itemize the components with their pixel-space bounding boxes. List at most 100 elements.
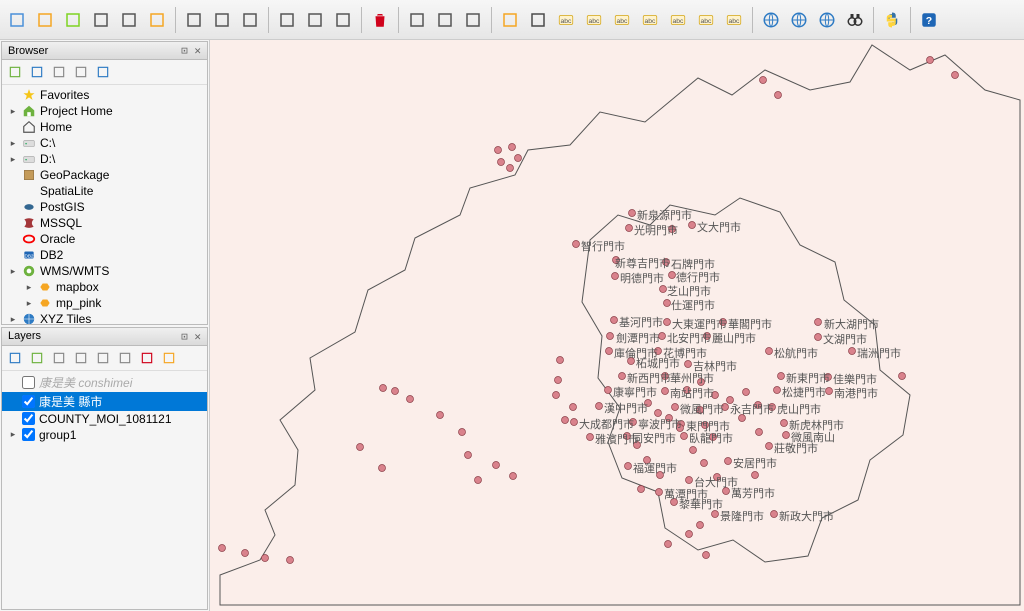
map-point[interactable] (766, 443, 773, 450)
expand-icon[interactable]: ▸ (8, 266, 18, 276)
map-point[interactable] (743, 389, 750, 396)
layer-row[interactable]: ▸group1 (2, 427, 207, 443)
expand-icon[interactable]: ▸ (24, 298, 34, 308)
map-point[interactable] (570, 404, 577, 411)
browser-item[interactable]: ▸XYZ Tiles (2, 311, 207, 324)
expand-icon[interactable]: ▸ (8, 430, 18, 440)
map-point[interactable] (629, 210, 636, 217)
map-point[interactable] (655, 410, 662, 417)
map-point[interactable] (697, 522, 704, 529)
expand-icon[interactable] (8, 377, 18, 387)
map-point[interactable] (509, 144, 516, 151)
browser-item[interactable]: SpatiaLite (2, 183, 207, 199)
map-point[interactable] (626, 225, 633, 232)
map-point[interactable] (437, 412, 444, 419)
label-g-button[interactable]: abc (721, 7, 747, 33)
label-f-button[interactable]: abc (693, 7, 719, 33)
new-project-button[interactable] (32, 7, 58, 33)
map-point[interactable] (242, 550, 249, 557)
map-point[interactable] (596, 403, 603, 410)
expand-icon[interactable]: ▸ (8, 106, 18, 116)
python-button[interactable] (879, 7, 905, 33)
map-point[interactable] (725, 458, 732, 465)
expand-icon[interactable] (8, 234, 18, 244)
toggle-edit-button[interactable] (116, 7, 142, 33)
map-point[interactable] (815, 319, 822, 326)
expand-icon[interactable] (8, 250, 18, 260)
expand-icon[interactable] (8, 396, 18, 406)
globe-plus-button[interactable] (786, 7, 812, 33)
layers-folder-button[interactable] (160, 349, 178, 367)
map-point[interactable] (672, 404, 679, 411)
binoculars-button[interactable] (842, 7, 868, 33)
map-point[interactable] (778, 373, 785, 380)
layout-button[interactable] (144, 7, 170, 33)
map-point[interactable] (656, 489, 663, 496)
map-point[interactable] (553, 392, 560, 399)
browser-tree[interactable]: Favorites▸Project Home Home▸C:\▸D:\ GeoP… (2, 85, 207, 324)
layers-title-bar[interactable]: Layers ⊡ ✕ (2, 328, 207, 346)
layer-visibility-checkbox[interactable] (22, 428, 35, 441)
map-point[interactable] (689, 222, 696, 229)
label-e-button[interactable]: abc (665, 7, 691, 33)
browser-title-bar[interactable]: Browser ⊡ ✕ (2, 42, 207, 60)
zoom-out-button[interactable] (209, 7, 235, 33)
map-point[interactable] (686, 477, 693, 484)
map-point[interactable] (927, 57, 934, 64)
map-point[interactable] (703, 552, 710, 559)
map-point[interactable] (752, 472, 759, 479)
expand-icon[interactable]: ▸ (8, 138, 18, 148)
map-point[interactable] (562, 417, 569, 424)
delete-button[interactable] (367, 7, 393, 33)
browser-item[interactable]: ▸C:\ (2, 135, 207, 151)
reload-button[interactable] (460, 7, 486, 33)
map-point[interactable] (783, 432, 790, 439)
layer-row[interactable]: 康是美 conshimei (2, 373, 207, 392)
globe-button[interactable] (758, 7, 784, 33)
add-vector-button[interactable] (525, 7, 551, 33)
layer-visibility-checkbox[interactable] (22, 376, 35, 389)
layers-open-button[interactable] (6, 349, 24, 367)
layer-row[interactable]: 康是美 縣市 (2, 392, 207, 411)
map-point[interactable] (287, 557, 294, 564)
map-point[interactable] (262, 555, 269, 562)
map-point[interactable] (507, 165, 514, 172)
expand-icon[interactable] (8, 170, 18, 180)
edit-node-button[interactable] (88, 7, 114, 33)
map-canvas[interactable]: 新泉源門市文大門市光明門市智行門市新尊吉門市石牌門市明德門市德行門市芝山門市仕運… (210, 40, 1024, 611)
map-point[interactable] (771, 511, 778, 518)
help-button[interactable]: ? (916, 7, 942, 33)
map-point[interactable] (510, 473, 517, 480)
map-point[interactable] (701, 460, 708, 467)
map-point[interactable] (493, 462, 500, 469)
label-a-button[interactable]: abc (553, 7, 579, 33)
map-point[interactable] (727, 397, 734, 404)
layers-filter2-button[interactable] (116, 349, 134, 367)
map-point[interactable] (690, 447, 697, 454)
expand-icon[interactable]: ▸ (8, 314, 18, 324)
save-button[interactable] (60, 7, 86, 33)
map-point[interactable] (557, 357, 564, 364)
layer-row[interactable]: COUNTY_MOI_1081121 (2, 411, 207, 427)
browser-filter-button[interactable] (50, 63, 68, 81)
map-point[interactable] (606, 348, 613, 355)
map-point[interactable] (465, 452, 472, 459)
map-point[interactable] (515, 155, 522, 162)
map-point[interactable] (774, 387, 781, 394)
layers-add-button[interactable] (28, 349, 46, 367)
label-b-button[interactable]: abc (581, 7, 607, 33)
map-point[interactable] (625, 463, 632, 470)
browser-item[interactable]: ▸mp_pink (2, 295, 207, 311)
label-d-button[interactable]: abc (637, 7, 663, 33)
expand-icon[interactable] (8, 186, 18, 196)
browser-item[interactable]: PostGIS (2, 199, 207, 215)
browser-item[interactable]: GeoPackage (2, 167, 207, 183)
browser-item[interactable]: DB2DB2 (2, 247, 207, 263)
map-point[interactable] (781, 420, 788, 427)
map-point[interactable] (555, 377, 562, 384)
open-project-button[interactable] (4, 7, 30, 33)
copy-button[interactable] (274, 7, 300, 33)
map-point[interactable] (638, 486, 645, 493)
map-point[interactable] (660, 286, 667, 293)
map-point[interactable] (899, 373, 906, 380)
